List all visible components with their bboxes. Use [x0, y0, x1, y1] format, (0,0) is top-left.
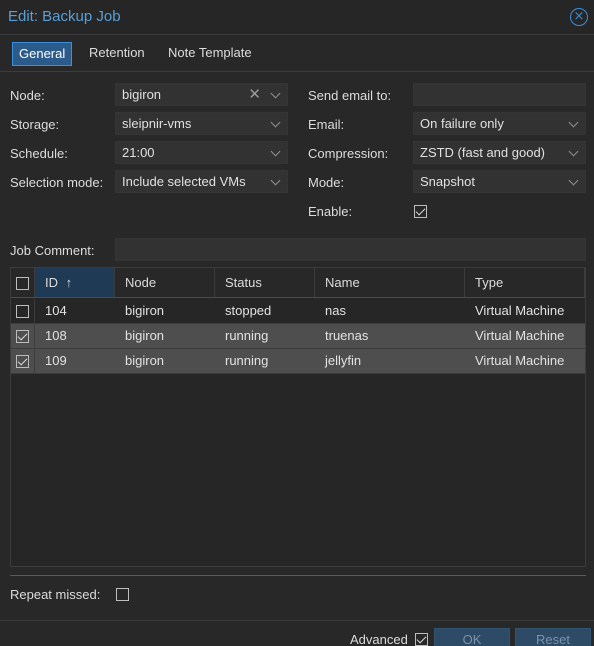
- vm-grid: ID ↑ Node Status Name Type 104 bigiron s…: [10, 267, 586, 567]
- job-comment-field[interactable]: [115, 238, 586, 261]
- column-header-node[interactable]: Node: [115, 268, 215, 297]
- cell-name: truenas: [325, 328, 369, 343]
- cell-node: bigiron: [125, 303, 165, 318]
- compression-value: ZSTD (fast and good): [420, 145, 545, 160]
- sort-ascending-icon: ↑: [65, 275, 73, 290]
- mode-value: Snapshot: [420, 174, 475, 189]
- column-id-label: ID: [45, 275, 58, 290]
- clear-icon[interactable]: ✕: [248, 84, 261, 105]
- table-row[interactable]: 109 bigiron running jellyfin Virtual Mac…: [11, 349, 585, 374]
- cell-id: 108: [45, 328, 67, 343]
- cell-node: bigiron: [125, 353, 165, 368]
- node-select[interactable]: bigiron ✕: [115, 83, 288, 106]
- column-header-type[interactable]: Type: [465, 268, 585, 297]
- select-all-checkbox[interactable]: [16, 277, 29, 290]
- divider: [10, 575, 586, 576]
- node-value: bigiron: [122, 87, 162, 102]
- tab-bar: General Retention Note Template: [0, 36, 594, 72]
- storage-label: Storage:: [10, 117, 60, 132]
- chevron-down-icon[interactable]: [270, 146, 281, 157]
- column-header-name[interactable]: Name: [315, 268, 465, 297]
- reset-button[interactable]: Reset: [515, 628, 591, 646]
- chevron-down-icon[interactable]: [568, 117, 579, 128]
- tab-retention[interactable]: Retention: [83, 42, 151, 66]
- repeat-missed-label: Repeat missed:: [10, 587, 101, 602]
- cell-status: running: [225, 328, 269, 343]
- cell-id: 104: [45, 303, 67, 318]
- job-comment-label: Job Comment:: [10, 243, 95, 258]
- cell-node: bigiron: [125, 328, 165, 343]
- email-value: On failure only: [420, 116, 504, 131]
- cell-status: running: [225, 353, 269, 368]
- row-checkbox[interactable]: [16, 305, 29, 318]
- edit-backup-job-dialog: Edit: Backup Job ⨯ General Retention Not…: [0, 0, 594, 646]
- chevron-down-icon[interactable]: [270, 175, 281, 186]
- close-icon[interactable]: ⨯: [570, 8, 588, 26]
- column-header-status[interactable]: Status: [215, 268, 315, 297]
- grid-header: ID ↑ Node Status Name Type: [11, 268, 585, 298]
- cell-id: 109: [45, 353, 67, 368]
- storage-value: sleipnir-vms: [122, 116, 192, 131]
- cell-type: Virtual Machine: [475, 353, 565, 368]
- tab-general[interactable]: General: [12, 42, 73, 66]
- tab-note-template[interactable]: Note Template: [162, 42, 258, 66]
- mode-label: Mode:: [308, 175, 345, 190]
- enable-checkbox[interactable]: [414, 205, 427, 218]
- cell-status: stopped: [225, 303, 272, 318]
- selection-mode-select[interactable]: Include selected VMs: [115, 170, 288, 193]
- ok-button[interactable]: OK: [434, 628, 510, 646]
- table-row[interactable]: 108 bigiron running truenas Virtual Mach…: [11, 324, 585, 349]
- email-label: Email:: [308, 117, 345, 132]
- schedule-value: 21:00: [122, 145, 155, 160]
- node-label: Node:: [10, 88, 45, 103]
- storage-select[interactable]: sleipnir-vms: [115, 112, 288, 135]
- cell-type: Virtual Machine: [475, 328, 565, 343]
- row-checkbox[interactable]: [16, 330, 29, 343]
- mode-select[interactable]: Snapshot: [413, 170, 586, 193]
- selection-mode-value: Include selected VMs: [122, 174, 246, 189]
- cell-type: Virtual Machine: [475, 303, 565, 318]
- dialog-title: Edit: Backup Job: [8, 8, 121, 25]
- advanced-label: Advanced: [350, 632, 408, 646]
- send-email-label: Send email to:: [308, 88, 392, 103]
- repeat-missed-checkbox[interactable]: [116, 588, 129, 601]
- enable-label: Enable:: [308, 204, 353, 219]
- chevron-down-icon[interactable]: [568, 146, 579, 157]
- table-row[interactable]: 104 bigiron stopped nas Virtual Machine: [11, 299, 585, 324]
- email-select[interactable]: On failure only: [413, 112, 586, 135]
- chevron-down-icon[interactable]: [568, 175, 579, 186]
- selection-mode-label: Selection mode:: [10, 175, 104, 190]
- schedule-label: Schedule:: [10, 146, 68, 161]
- advanced-checkbox[interactable]: [415, 633, 428, 646]
- chevron-down-icon[interactable]: [270, 117, 281, 128]
- row-checkbox[interactable]: [16, 355, 29, 368]
- cell-name: nas: [325, 303, 346, 318]
- chevron-down-icon[interactable]: [270, 88, 281, 99]
- cell-name: jellyfin: [325, 353, 362, 368]
- send-email-field[interactable]: [413, 83, 586, 106]
- compression-label: Compression:: [308, 146, 389, 161]
- column-header-id[interactable]: ID ↑: [35, 268, 115, 297]
- compression-select[interactable]: ZSTD (fast and good): [413, 141, 586, 164]
- title-bar: Edit: Backup Job ⨯: [0, 0, 594, 35]
- schedule-select[interactable]: 21:00: [115, 141, 288, 164]
- select-all-cell: [11, 268, 35, 297]
